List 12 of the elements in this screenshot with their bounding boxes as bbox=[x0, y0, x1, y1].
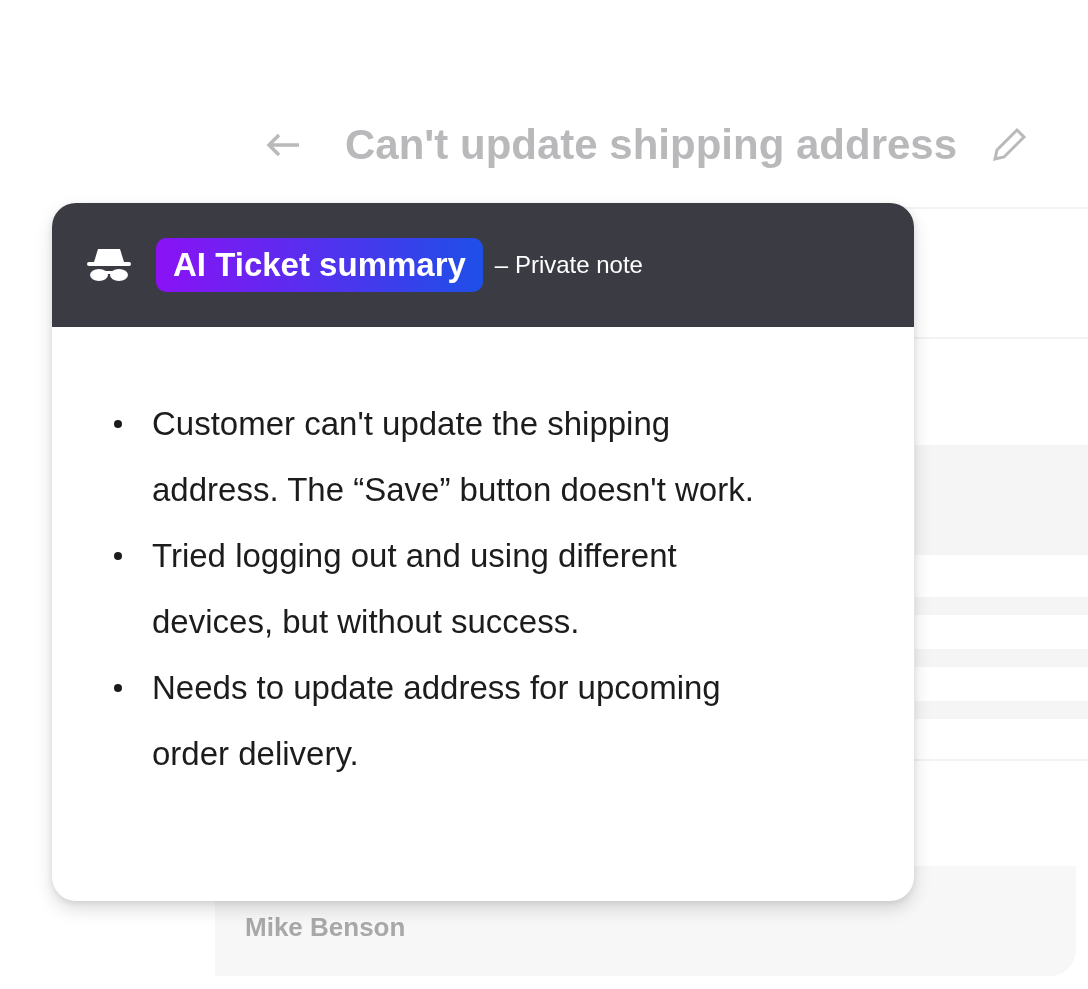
ai-summary-badge: AI Ticket summary bbox=[156, 238, 483, 292]
summary-point: Tried logging out and using different devices, but without success. bbox=[152, 536, 678, 642]
bullet-dot bbox=[114, 684, 122, 692]
incognito-icon bbox=[86, 247, 132, 283]
bullet-dot bbox=[114, 552, 122, 560]
ticket-title: Can't update shipping address bbox=[345, 121, 958, 169]
summary-point: Needs to update address for upcoming order delivery. bbox=[152, 668, 722, 774]
back-arrow-icon[interactable] bbox=[265, 133, 301, 157]
bullet-dot bbox=[114, 420, 122, 428]
requester-name: Mike Benson bbox=[245, 912, 406, 943]
summary-point: Customer can't update the shipping address. The “Save” button doesn't work. bbox=[152, 404, 755, 510]
note-type-label: – Private note bbox=[494, 251, 643, 279]
